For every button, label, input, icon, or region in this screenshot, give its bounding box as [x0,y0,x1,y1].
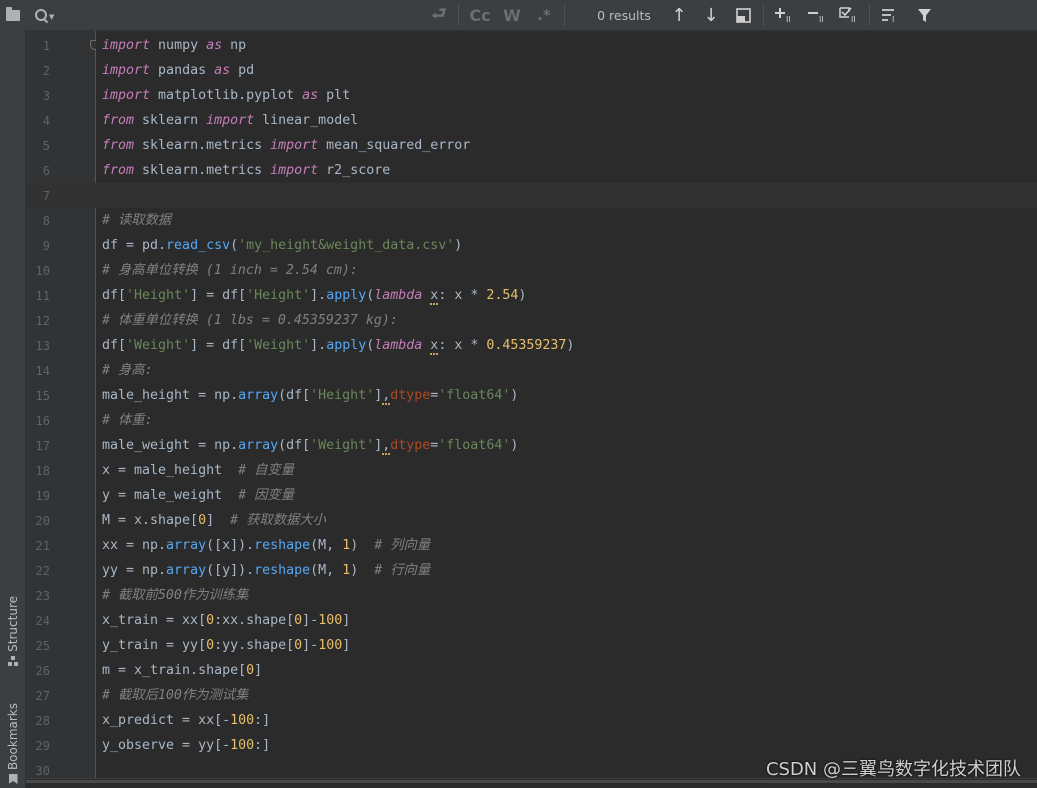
left-tool-strip: Structure Bookmarks [0,0,26,788]
line-number: 7 [42,189,50,203]
code-line[interactable]: import pandas as pd [102,58,1032,83]
code-line[interactable]: x_train = xx[0:xx.shape[0]-100] [102,608,1032,633]
line-number: 14 [35,364,50,378]
line-number: 21 [35,539,50,553]
results-count: 0 results [597,7,651,23]
code-line[interactable]: # 身高: [102,358,1032,383]
line-number: 30 [35,764,50,778]
code-line[interactable]: import numpy as np [102,33,1032,58]
line-number: 10 [35,264,50,278]
code-line[interactable]: x_predict = xx[-100:] [102,708,1032,733]
code-line[interactable]: # 体重: [102,408,1032,433]
code-line[interactable]: df['Weight'] = df['Weight'].apply(lambda… [102,333,1032,358]
line-number: 22 [35,564,50,578]
svg-text:II: II [819,15,824,23]
new-line-icon[interactable]: ⮐ [427,0,451,30]
select-all-occurrences-icon[interactable]: II [836,0,864,30]
code-line[interactable]: # 截取后100作为测试集 [102,683,1032,708]
code-line[interactable]: male_height = np.array(df['Height'],dtyp… [102,383,1032,408]
code-line[interactable]: import matplotlib.pyplot as plt [102,83,1032,108]
line-number: 1 [42,39,50,53]
line-number: 15 [35,389,50,403]
code-line[interactable]: m = x_train.shape[0] [102,658,1032,683]
code-line[interactable]: x = male_height # 自变量 [102,458,1032,483]
next-occurrence-arrow-down-icon[interactable]: ↓ [697,0,725,30]
line-number: 2 [42,64,50,78]
search-icon[interactable] [34,8,48,22]
svg-text:I: I [892,15,894,23]
line-number: 5 [42,139,50,153]
line-number: 4 [42,114,50,128]
project-button[interactable] [0,0,26,30]
previous-occurrence-arrow-up-icon[interactable]: ↑ [665,0,693,30]
open-in-window-icon[interactable] [729,0,757,30]
filter-search-results-icon[interactable]: I [877,0,905,30]
svg-text:II: II [851,15,856,23]
filter-funnel-icon[interactable] [910,0,938,30]
line-number: 9 [42,239,50,253]
bookmarks-tab-label: Bookmarks [6,703,20,771]
add-occurrence-icon[interactable]: II [771,0,799,30]
toolbar-divider [564,4,565,26]
find-toolbar: ▼ ⮐ Cc W .* 0 results ↑ ↓ II II II I [26,0,1037,31]
remove-occurrence-icon[interactable]: II [804,0,832,30]
line-number: 17 [35,439,50,453]
code-line[interactable]: y_train = yy[0:yy.shape[0]-100] [102,633,1032,658]
match-case-button[interactable]: Cc [467,0,493,30]
code-line[interactable]: y = male_weight # 因变量 [102,483,1032,508]
svg-text:II: II [786,15,791,23]
line-number: 27 [35,689,50,703]
line-number: 28 [35,714,50,728]
line-number: 16 [35,414,50,428]
line-number: 24 [35,614,50,628]
code-line[interactable]: from sklearn import linear_model [102,108,1032,133]
line-number: 23 [35,589,50,603]
code-line[interactable]: yy = np.array([y]).reshape(M, 1) # 行向量 [102,558,1032,583]
line-number: 20 [35,514,50,528]
code-line[interactable]: male_weight = np.array(df['Weight'],dtyp… [102,433,1032,458]
code-line[interactable]: from sklearn.metrics import r2_score [102,158,1032,183]
toolbar-divider [869,4,870,26]
line-number: 8 [42,214,50,228]
line-number: 12 [35,314,50,328]
structure-tab[interactable]: Structure [3,596,23,666]
code-line[interactable]: df['Height'] = df['Height'].apply(lambda… [102,283,1032,308]
toolbar-divider [763,4,764,26]
toolbar-divider [458,4,459,26]
code-line[interactable]: df = pd.read_csv('my_height&weight_data.… [102,233,1032,258]
bookmarks-tab[interactable]: Bookmarks [3,703,23,785]
line-number: 11 [35,289,50,303]
line-number: 19 [35,489,50,503]
code-line[interactable]: # 身高单位转换 (1 inch = 2.54 cm): [102,258,1032,283]
search-area: ▼ [26,0,457,30]
structure-tab-label: Structure [6,596,20,652]
line-number: 25 [35,639,50,653]
code-line[interactable]: M = x.shape[0] # 获取数据大小 [102,508,1032,533]
search-history-chevron-icon[interactable]: ▼ [49,13,54,21]
code-line[interactable]: # 体重单位转换 (1 lbs = 0.45359237 kg): [102,308,1032,333]
line-number: 6 [42,164,50,178]
regex-button[interactable]: .* [531,0,557,30]
line-number-gutter: 1 2 3 4 5 6 7 8 9 10 11 12 13 14 15 16 17 18 19 20 21 22 23 24 2… [26,31,100,778]
line-number: 18 [35,464,50,478]
line-number: 3 [42,89,50,103]
code-line[interactable]: # 截取前500作为训练集 [102,583,1032,608]
code-line[interactable]: from sklearn.metrics import mean_squared… [102,133,1032,158]
whole-words-button[interactable]: W [500,0,524,30]
code-editor[interactable]: import numpy as np import pandas as pd imp… [96,31,1037,778]
code-line[interactable]: # 读取数据 [102,208,1032,233]
search-input[interactable] [60,4,457,26]
code-line[interactable] [102,183,1032,208]
line-number: 13 [35,339,50,353]
watermark: CSDN @三翼鸟数字化技术团队 [765,759,1021,780]
structure-icon [8,655,18,666]
line-number: 26 [35,664,50,678]
code-line[interactable]: xx = np.array([x]).reshape(M, 1) # 列向量 [102,533,1032,558]
folder-icon [6,6,20,21]
line-number: 29 [35,739,50,753]
bookmark-icon [8,774,18,785]
